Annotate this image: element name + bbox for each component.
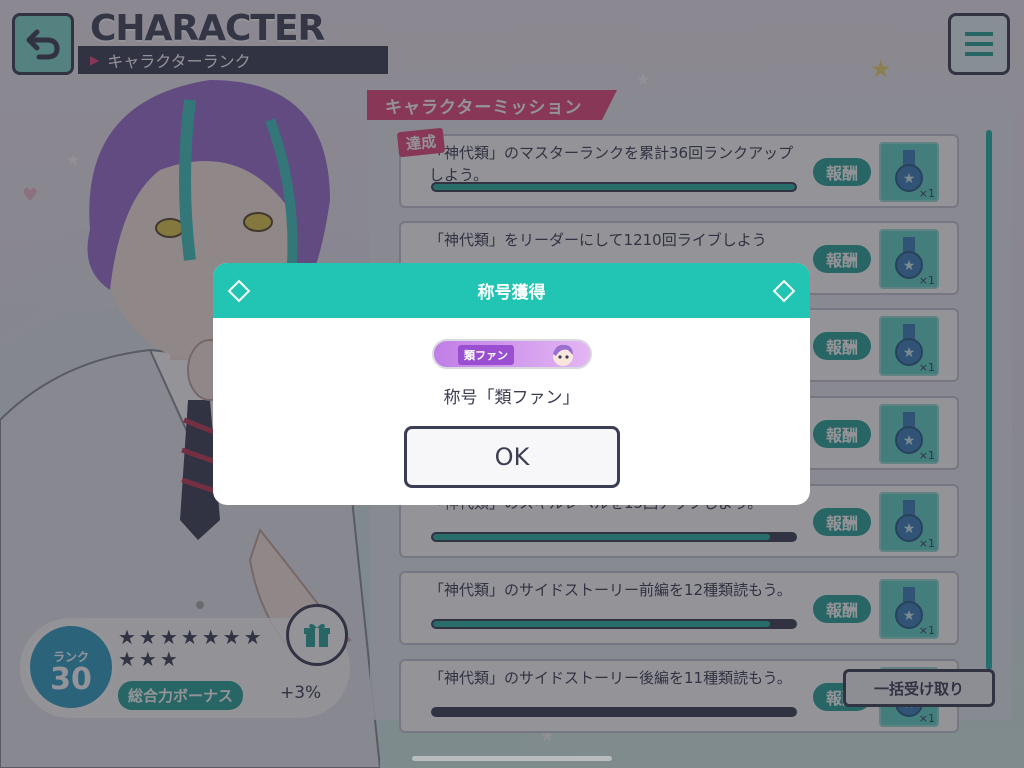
diamond-icon [227, 279, 251, 303]
dialog-header: 称号獲得 [213, 263, 810, 318]
dialog-title: 称号獲得 [477, 283, 546, 303]
chibi-face-icon [553, 344, 573, 366]
title-plate: 類ファン [432, 339, 592, 369]
diamond-icon [772, 279, 796, 303]
title-plate-label: 類ファン [458, 345, 514, 365]
dialog-message: 称号「類ファン」 [443, 388, 580, 408]
title-acquired-dialog: 称号獲得 類ファン 称号「類ファン」 OK [213, 263, 810, 505]
home-indicator [412, 756, 612, 761]
ok-button[interactable]: OK [404, 426, 620, 488]
